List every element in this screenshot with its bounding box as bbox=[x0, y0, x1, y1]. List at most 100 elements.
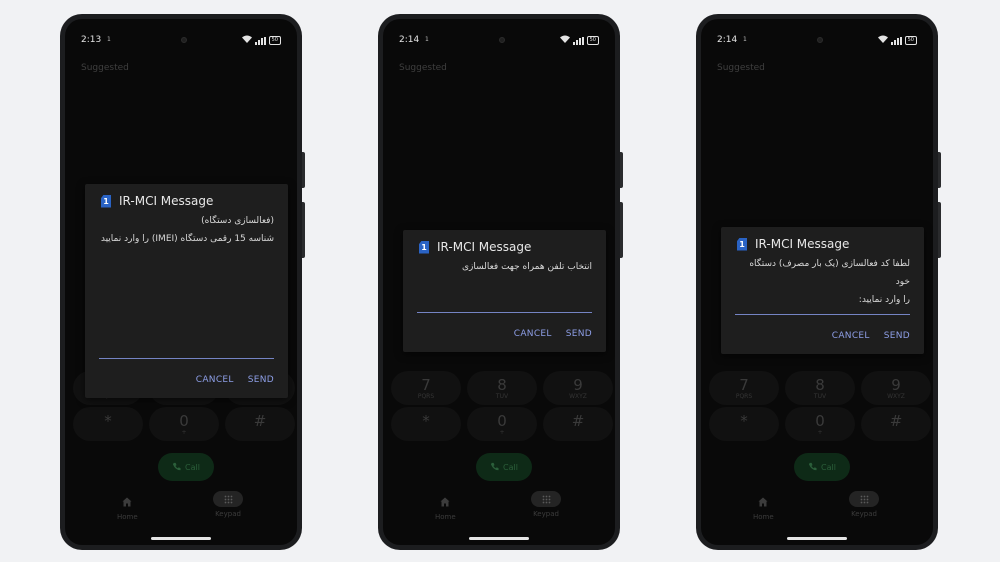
keypad-digit: * bbox=[422, 412, 430, 430]
ussd-reply-input[interactable] bbox=[735, 314, 910, 315]
keypad-letters: PQRS bbox=[417, 393, 435, 400]
keypad-key[interactable]: # bbox=[225, 407, 295, 441]
dialog-message: (فعالسازی دستگاه) شناسه 15 رقمی دستگاه (I… bbox=[99, 212, 274, 248]
dialog-message-line: را وارد نمایید: bbox=[858, 295, 910, 305]
phone-icon bbox=[490, 462, 499, 473]
phone-frame: 2:14 1 50 Suggested 7 PQRS 8 TUV 9 WXYZ * 0 + # Call Ho… bbox=[378, 14, 623, 550]
battery-icon: 50 bbox=[586, 36, 599, 45]
keypad-key[interactable]: 9WXYZ bbox=[861, 371, 931, 405]
dialog-title-text: IR-MCI Message bbox=[119, 194, 214, 208]
call-button[interactable]: Call bbox=[476, 453, 532, 481]
keypad-key[interactable]: 9WXYZ bbox=[543, 371, 613, 405]
keypad-letters: PQRS bbox=[735, 393, 753, 400]
keypad-letters: WXYZ bbox=[569, 393, 587, 400]
volume-button bbox=[302, 202, 305, 258]
keypad-digit: 0 bbox=[497, 412, 507, 430]
keypad-letters: + bbox=[499, 429, 505, 436]
ussd-reply-input[interactable] bbox=[99, 358, 274, 359]
call-label: Call bbox=[821, 462, 836, 472]
keypad-key[interactable]: 7PQRS bbox=[709, 371, 779, 405]
battery-icon: 50 bbox=[268, 36, 281, 45]
home-icon bbox=[117, 497, 138, 513]
sim-card-icon: 1 bbox=[101, 194, 111, 208]
status-icons: 50 bbox=[559, 35, 599, 46]
suggested-label: Suggested bbox=[81, 63, 129, 73]
keypad-key[interactable]: 8TUV bbox=[785, 371, 855, 405]
ussd-dialog: 1 IR-MCI Message انتخاب تلفن همراه جهت فعا… bbox=[403, 230, 606, 352]
keypad-key[interactable]: # bbox=[543, 407, 613, 441]
nav-keypad[interactable]: Keypad bbox=[531, 491, 561, 518]
keypad-icon bbox=[213, 491, 243, 507]
home-icon bbox=[753, 497, 774, 513]
power-button bbox=[302, 152, 305, 188]
keypad-key[interactable]: * bbox=[73, 407, 143, 441]
signal-icon bbox=[572, 36, 584, 45]
wifi-icon bbox=[241, 35, 252, 46]
dialog-message-line: انتخاب تلفن همراه جهت فعالسازی bbox=[461, 262, 592, 272]
home-icon bbox=[435, 497, 456, 513]
nav-keypad[interactable]: Keypad bbox=[849, 491, 879, 518]
suggested-label: Suggested bbox=[399, 63, 447, 73]
nav-keypad[interactable]: Keypad bbox=[213, 491, 243, 518]
wifi-icon bbox=[877, 35, 888, 46]
status-bar: 2:14 1 50 bbox=[717, 35, 917, 49]
keypad-digit: 8 bbox=[497, 376, 507, 394]
dialog-message-line: شناسه 15 رقمی دستگاه (IMEI) را وارد نمای… bbox=[100, 234, 274, 244]
dialog-title: 1 IR-MCI Message bbox=[101, 194, 213, 208]
cancel-button[interactable]: CANCEL bbox=[514, 329, 552, 339]
phone-screen: 2:14 1 50 Suggested 7 PQRS 8 TUV 9 WXYZ * 0 + # Call Ho… bbox=[701, 19, 933, 545]
ussd-dialog: 1 IR-MCI Message (فعالسازی دستگاه) شناسه 15… bbox=[85, 184, 288, 398]
dialog-message-line: لطفا کد فعالسازی (یک بار مصرف) دستگاه خو… bbox=[749, 259, 910, 287]
send-button[interactable]: SEND bbox=[248, 375, 274, 385]
cancel-button[interactable]: CANCEL bbox=[832, 331, 870, 341]
phone-frame: 2:13150Suggested7PQRS8TUV9WXYZ*0+#CallHo… bbox=[60, 14, 305, 550]
send-button[interactable]: SEND bbox=[566, 329, 592, 339]
phone-screen: 2:13150Suggested7PQRS8TUV9WXYZ*0+#CallHo… bbox=[65, 19, 297, 545]
keypad-key[interactable]: 0 + bbox=[149, 407, 219, 441]
dialog-message: انتخاب تلفن همراه جهت فعالسازی bbox=[417, 258, 592, 276]
keypad-key[interactable]: 0 + bbox=[467, 407, 537, 441]
keypad-key[interactable]: 8TUV bbox=[467, 371, 537, 405]
phone-frame: 2:14 1 50 Suggested 7 PQRS 8 TUV 9 WXYZ * 0 + # Call Ho… bbox=[696, 14, 941, 550]
call-button[interactable]: Call bbox=[158, 453, 214, 481]
call-label: Call bbox=[185, 462, 200, 472]
gesture-bar[interactable] bbox=[469, 537, 529, 540]
nav-home[interactable]: Home bbox=[753, 497, 774, 521]
keypad-key[interactable]: * bbox=[391, 407, 461, 441]
keypad-icon bbox=[531, 491, 561, 507]
keypad-key[interactable]: 0 + bbox=[785, 407, 855, 441]
status-bar: 2:13 1 50 bbox=[81, 35, 281, 49]
nav-keypad-label: Keypad bbox=[215, 510, 241, 518]
keypad-letters: + bbox=[817, 429, 823, 436]
sim-slot-badge: 1 bbox=[107, 36, 111, 43]
status-icons: 50 bbox=[877, 35, 917, 46]
keypad-key[interactable]: # bbox=[861, 407, 931, 441]
status-time: 2:13 bbox=[81, 35, 102, 45]
keypad-digit: 9 bbox=[891, 376, 901, 394]
nav-home[interactable]: Home bbox=[117, 497, 138, 521]
nav-home-label: Home bbox=[753, 513, 774, 521]
phone-icon bbox=[172, 462, 181, 473]
keypad-digit: * bbox=[740, 412, 748, 430]
send-button[interactable]: SEND bbox=[884, 331, 910, 341]
call-button[interactable]: Call bbox=[794, 453, 850, 481]
gesture-bar[interactable] bbox=[787, 537, 847, 540]
keypad-key[interactable]: * bbox=[709, 407, 779, 441]
dialog-title-text: IR-MCI Message bbox=[437, 240, 532, 254]
keypad-icon bbox=[849, 491, 879, 507]
sim-card-icon: 1 bbox=[419, 240, 429, 254]
cancel-button[interactable]: CANCEL bbox=[196, 375, 234, 385]
status-time: 2:14 bbox=[399, 35, 420, 45]
dialog-message-line: (فعالسازی دستگاه) bbox=[201, 216, 274, 226]
dialog-title: 1 IR-MCI Message bbox=[737, 237, 849, 251]
keypad-key[interactable]: 7PQRS bbox=[391, 371, 461, 405]
keypad-letters: WXYZ bbox=[887, 393, 905, 400]
volume-button bbox=[620, 202, 623, 258]
keypad-letters: + bbox=[181, 429, 187, 436]
nav-home[interactable]: Home bbox=[435, 497, 456, 521]
keypad-letters: TUV bbox=[495, 393, 509, 400]
ussd-reply-input[interactable] bbox=[417, 312, 592, 313]
signal-icon bbox=[890, 36, 902, 45]
gesture-bar[interactable] bbox=[151, 537, 211, 540]
wifi-icon bbox=[559, 35, 570, 46]
